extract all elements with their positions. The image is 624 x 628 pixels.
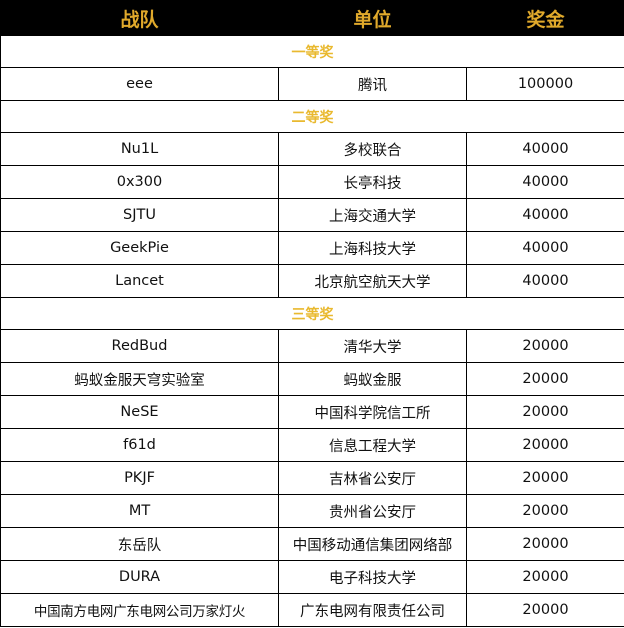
table-row: PKJF 吉林省公安厅 20000 xyxy=(0,461,624,495)
table-row: RedBud 清华大学 20000 xyxy=(0,329,624,363)
prize-cell: 40000 xyxy=(466,132,624,166)
team-cell: eee xyxy=(0,67,279,101)
table-row: NeSE 中国科学院信工所 20000 xyxy=(0,395,624,429)
unit-cell: 信息工程大学 xyxy=(278,428,467,462)
unit-cell: 北京航空航天大学 xyxy=(278,264,467,298)
team-cell: Lancet xyxy=(0,264,279,298)
team-cell: RedBud xyxy=(0,329,279,363)
prize-cell: 40000 xyxy=(466,198,624,232)
table-row: 蚂蚁金服天穹实验室 蚂蚁金服 20000 xyxy=(0,362,624,396)
table-row: Nu1L 多校联合 40000 xyxy=(0,132,624,166)
section-title: 二等奖 xyxy=(0,100,624,133)
unit-cell: 中国移动通信集团网络部 xyxy=(278,527,467,561)
section-title: 三等奖 xyxy=(0,297,624,330)
table-row: 中国南方电网广东电网公司万家灯火 广东电网有限责任公司 20000 xyxy=(0,593,624,627)
prize-cell: 20000 xyxy=(466,461,624,495)
team-cell: 0x300 xyxy=(0,165,279,199)
header-unit: 单位 xyxy=(278,0,467,36)
unit-cell: 长亭科技 xyxy=(278,165,467,199)
team-cell: 东岳队 xyxy=(0,527,279,561)
prize-cell: 20000 xyxy=(466,362,624,396)
unit-cell: 腾讯 xyxy=(278,67,467,101)
section-title: 一等奖 xyxy=(0,35,624,68)
table-row: f61d 信息工程大学 20000 xyxy=(0,428,624,462)
prize-cell: 40000 xyxy=(466,165,624,199)
table-row: MT 贵州省公安厅 20000 xyxy=(0,494,624,528)
header-prize: 奖金 xyxy=(466,0,624,36)
prize-cell: 20000 xyxy=(466,395,624,429)
section-row: 一等奖 xyxy=(0,35,624,68)
team-cell: MT xyxy=(0,494,279,528)
prize-cell: 20000 xyxy=(466,494,624,528)
prize-cell: 40000 xyxy=(466,231,624,265)
table-row: Lancet 北京航空航天大学 40000 xyxy=(0,264,624,298)
unit-cell: 多校联合 xyxy=(278,132,467,166)
team-cell: Nu1L xyxy=(0,132,279,166)
unit-cell: 贵州省公安厅 xyxy=(278,494,467,528)
prize-cell: 20000 xyxy=(466,428,624,462)
team-cell: SJTU xyxy=(0,198,279,232)
prize-cell: 100000 xyxy=(466,67,624,101)
table-row: 0x300 长亭科技 40000 xyxy=(0,165,624,199)
team-cell: f61d xyxy=(0,428,279,462)
table-row: eee 腾讯 100000 xyxy=(0,67,624,101)
prize-cell: 20000 xyxy=(466,560,624,594)
awards-table: 战队 单位 奖金 一等奖 eee 腾讯 100000 二等奖 Nu1L 多校联合 40000 0… xyxy=(0,0,624,627)
table-row: GeekPie 上海科技大学 40000 xyxy=(0,231,624,265)
team-cell: DURA xyxy=(0,560,279,594)
prize-cell: 20000 xyxy=(466,527,624,561)
prize-cell: 40000 xyxy=(466,264,624,298)
team-cell: 蚂蚁金服天穹实验室 xyxy=(0,362,279,396)
team-cell: 中国南方电网广东电网公司万家灯火 xyxy=(0,593,279,627)
unit-cell: 中国科学院信工所 xyxy=(278,395,467,429)
team-cell: PKJF xyxy=(0,461,279,495)
table-row: DURA 电子科技大学 20000 xyxy=(0,560,624,594)
prize-cell: 20000 xyxy=(466,593,624,627)
unit-cell: 广东电网有限责任公司 xyxy=(278,593,467,627)
unit-cell: 电子科技大学 xyxy=(278,560,467,594)
table-body: 一等奖 eee 腾讯 100000 二等奖 Nu1L 多校联合 40000 0x300 长亭科技 4… xyxy=(0,35,624,627)
table-row: 东岳队 中国移动通信集团网络部 20000 xyxy=(0,527,624,561)
unit-cell: 上海交通大学 xyxy=(278,198,467,232)
team-cell: NeSE xyxy=(0,395,279,429)
unit-cell: 清华大学 xyxy=(278,329,467,363)
team-cell: GeekPie xyxy=(0,231,279,265)
section-row: 二等奖 xyxy=(0,100,624,133)
unit-cell: 吉林省公安厅 xyxy=(278,461,467,495)
table-row: SJTU 上海交通大学 40000 xyxy=(0,198,624,232)
prize-cell: 20000 xyxy=(466,329,624,363)
section-row: 三等奖 xyxy=(0,297,624,330)
table-header: 战队 单位 奖金 xyxy=(0,0,624,36)
header-row: 战队 单位 奖金 xyxy=(0,0,624,36)
unit-cell: 蚂蚁金服 xyxy=(278,362,467,396)
unit-cell: 上海科技大学 xyxy=(278,231,467,265)
header-team: 战队 xyxy=(0,0,279,36)
